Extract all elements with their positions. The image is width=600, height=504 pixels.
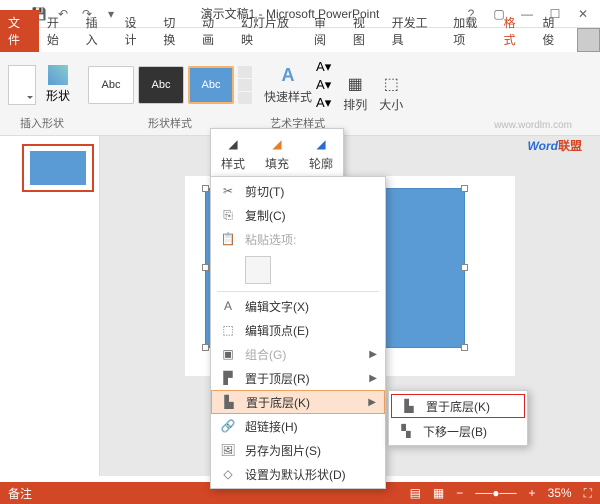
group-icon: ▣	[219, 347, 237, 361]
cut-icon: ✂	[219, 184, 237, 198]
text-fill-icon[interactable]: A▾	[316, 59, 331, 75]
outline-icon: ◢	[311, 135, 331, 153]
tab-animations[interactable]: 动画	[194, 10, 233, 52]
group-shape-styles: 形状样式	[148, 113, 192, 131]
menu-save-as-pic[interactable]: 🖼另存为图片(S)	[211, 438, 385, 462]
view-sorter-icon[interactable]: ▦	[433, 486, 444, 500]
mini-outline-button[interactable]: ◢ 轮廓	[303, 133, 339, 174]
resize-handle[interactable]	[461, 185, 468, 192]
tab-review[interactable]: 审阅	[306, 10, 345, 52]
paste-icon: 📋	[219, 232, 237, 246]
paste-preview	[211, 251, 385, 289]
resize-handle[interactable]	[202, 185, 209, 192]
shape-style-1[interactable]: Abc	[88, 66, 134, 104]
menu-edit-text[interactable]: A编辑文字(X)	[211, 294, 385, 318]
menu-hyperlink[interactable]: 🔗超链接(H)	[211, 414, 385, 438]
mini-fill-button[interactable]: ◢ 填充	[259, 133, 295, 174]
edit-text-icon: A	[219, 299, 237, 313]
tab-format[interactable]: 格式	[496, 10, 535, 52]
shapes-button[interactable]: 形状	[40, 63, 76, 106]
notes-button[interactable]: 备注	[8, 485, 32, 502]
quick-styles-button[interactable]: A 快速样式	[264, 65, 312, 105]
save-pic-icon: 🖼	[219, 443, 237, 457]
submenu-send-backward[interactable]: ▚下移一层(B)	[389, 419, 527, 443]
copy-icon: ⎘	[219, 208, 237, 223]
default-icon: ◇	[219, 467, 237, 481]
bring-front-icon: ▛	[219, 371, 237, 385]
tab-home[interactable]: 开始	[39, 10, 78, 52]
send-back-submenu: ▙置于底层(K) ▚下移一层(B)	[388, 390, 528, 446]
tab-transitions[interactable]: 切换	[155, 10, 194, 52]
size-button[interactable]: ⬚ 大小	[379, 74, 403, 113]
zoom-out-icon[interactable]: −	[456, 486, 463, 500]
mini-style-button[interactable]: ◢ 样式	[215, 133, 251, 174]
edit-points-icon: ⬚	[219, 323, 237, 337]
tab-insert[interactable]: 插入	[78, 10, 117, 52]
fill-icon: ◢	[267, 135, 287, 153]
zoom-in-icon[interactable]: +	[529, 486, 536, 500]
shape-style-3[interactable]: Abc	[188, 66, 234, 104]
arrange-button[interactable]: ▦ 排列	[343, 74, 367, 113]
resize-handle[interactable]	[461, 264, 468, 271]
resize-handle[interactable]	[461, 344, 468, 351]
text-outline-icon[interactable]: A▾	[316, 77, 331, 93]
menu-group: ▣组合(G)▶	[211, 342, 385, 366]
shapes-label: 形状	[46, 87, 70, 104]
menu-paste-options: 📋粘贴选项:	[211, 227, 385, 251]
fit-icon[interactable]: ⛶	[584, 486, 592, 501]
tab-addins[interactable]: 加载项	[445, 10, 495, 52]
group-insert-shapes: 插入形状	[20, 113, 64, 131]
user-name[interactable]: 胡俊	[534, 10, 573, 52]
watermark: Word联盟	[528, 130, 582, 156]
view-normal-icon[interactable]: ▤	[410, 486, 421, 500]
menu-bring-front[interactable]: ▛置于顶层(R)▶	[211, 366, 385, 390]
close-icon[interactable]: ✕	[570, 4, 596, 24]
send-back-icon: ▙	[220, 395, 238, 409]
zoom-slider[interactable]: ──●──	[475, 486, 516, 500]
user-avatar[interactable]	[577, 28, 600, 52]
resize-handle[interactable]	[202, 264, 209, 271]
zoom-level[interactable]: 35%	[548, 486, 572, 500]
text-effects-icon[interactable]: A▾	[316, 95, 331, 111]
tab-file[interactable]: 文件	[0, 10, 39, 52]
shapes-gallery[interactable]	[8, 65, 36, 105]
style-scroll-down[interactable]	[238, 79, 252, 91]
resize-handle[interactable]	[202, 344, 209, 351]
menu-send-back[interactable]: ▙置于底层(K)▶	[211, 390, 385, 414]
link-icon: 🔗	[219, 419, 237, 433]
menu-set-default[interactable]: ◇设置为默认形状(D)	[211, 462, 385, 486]
send-backward-icon: ▚	[397, 424, 415, 438]
context-menu: ✂剪切(T) ⎘复制(C) 📋粘贴选项: A编辑文字(X) ⬚编辑顶点(E) ▣…	[210, 176, 386, 489]
menu-edit-points[interactable]: ⬚编辑顶点(E)	[211, 318, 385, 342]
menu-cut[interactable]: ✂剪切(T)	[211, 179, 385, 203]
tab-view[interactable]: 视图	[345, 10, 384, 52]
submenu-send-to-back[interactable]: ▙置于底层(K)	[391, 394, 525, 418]
tab-developer[interactable]: 开发工具	[384, 10, 446, 52]
mini-toolbar: ◢ 样式 ◢ 填充 ◢ 轮廓	[210, 128, 344, 179]
menu-copy[interactable]: ⎘复制(C)	[211, 203, 385, 227]
style-more[interactable]	[238, 92, 252, 104]
style-icon: ◢	[223, 135, 243, 153]
shape-style-2[interactable]: Abc	[138, 66, 184, 104]
tab-slideshow[interactable]: 幻灯片放映	[233, 10, 306, 52]
slide-thumbnail-1[interactable]	[22, 144, 94, 192]
tab-design[interactable]: 设计	[116, 10, 155, 52]
style-scroll-up[interactable]	[238, 66, 252, 78]
send-back-icon: ▙	[400, 399, 418, 413]
